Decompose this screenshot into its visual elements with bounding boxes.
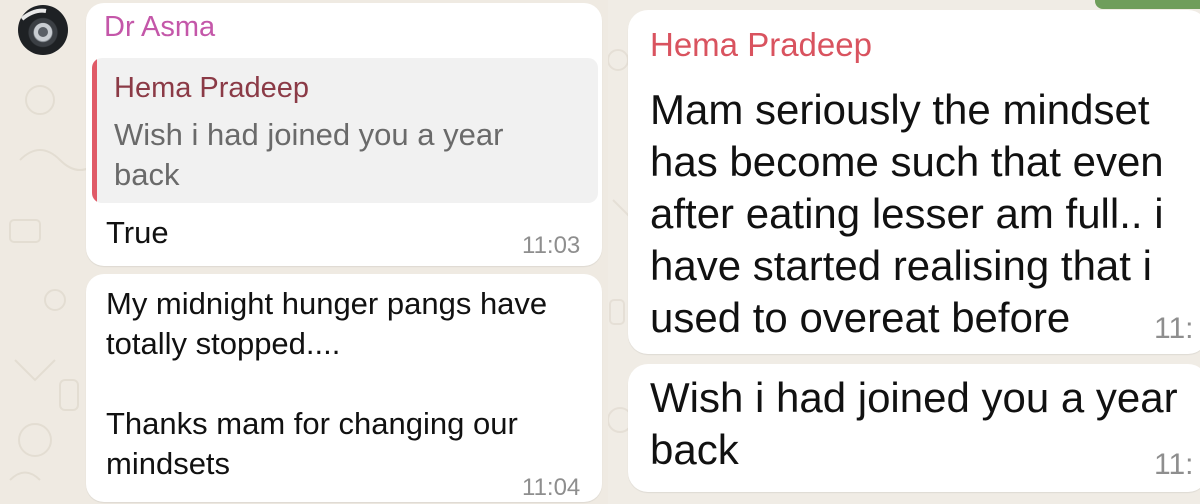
- message-time: 11:03: [522, 232, 581, 259]
- reply-text: Wish i had joined you a year back: [114, 117, 504, 192]
- outgoing-bubble-edge: [1095, 0, 1200, 9]
- sender-name: Dr Asma: [104, 11, 216, 43]
- message-time: 11:: [1154, 448, 1194, 481]
- reply-author: Hema Pradeep: [114, 72, 310, 104]
- chat-panel-left: Dr Asma Hema Pradeep Wish i had joined y…: [0, 0, 608, 504]
- message-time: 11:04: [522, 474, 581, 501]
- reply-quote[interactable]: Hema Pradeep Wish i had joined you a yea…: [92, 58, 598, 203]
- message-bubble[interactable]: My midnight hunger pangs have totally st…: [86, 274, 602, 502]
- message-text: Mam seriously the mindset has become suc…: [650, 86, 1176, 341]
- message-time: 11:: [1154, 312, 1194, 345]
- reply-accent-bar: [92, 58, 97, 203]
- message-bubble-quoted[interactable]: Dr Asma Hema Pradeep Wish i had joined y…: [86, 3, 602, 266]
- sender-name: Hema Pradeep: [650, 26, 872, 63]
- sender-avatar[interactable]: [18, 5, 68, 55]
- message-bubble[interactable]: Wish i had joined you a year back 11:: [628, 364, 1200, 492]
- message-bubble[interactable]: Hema Pradeep Mam seriously the mindset h…: [628, 10, 1200, 354]
- message-text: My midnight hunger pangs have totally st…: [106, 286, 548, 481]
- message-text: Wish i had joined you a year back: [650, 374, 1190, 473]
- chat-panel-right: Hema Pradeep Mam seriously the mindset h…: [608, 0, 1200, 504]
- message-text: True: [106, 215, 169, 250]
